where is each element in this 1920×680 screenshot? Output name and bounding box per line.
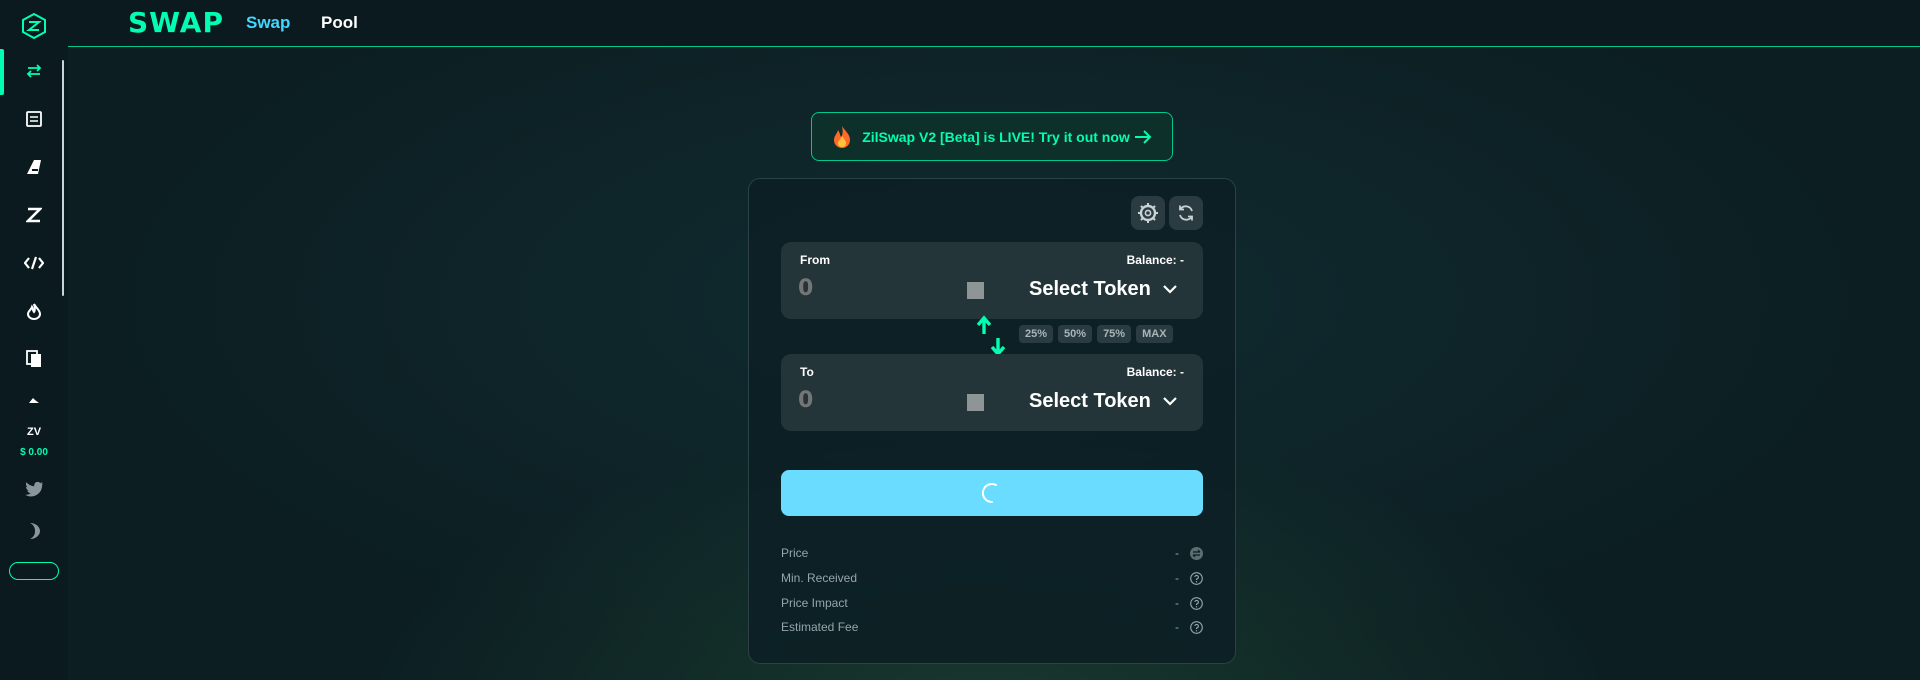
price-value: -: [1175, 546, 1179, 560]
sidebar-toggle-pill[interactable]: [9, 562, 59, 580]
chevron-down-icon: [1163, 285, 1177, 294]
price-impact-label: Price Impact: [781, 596, 848, 610]
percent-50-button[interactable]: 50%: [1058, 325, 1093, 343]
help-icon[interactable]: [1190, 597, 1203, 610]
to-label: To: [800, 365, 814, 379]
percent-buttons: 25% 50% 75% MAX: [1019, 325, 1173, 343]
v2-announcement-banner[interactable]: ZilSwap V2 [Beta] is LIVE! Try it out no…: [811, 112, 1173, 161]
sidebar-item-transactions[interactable]: [0, 95, 68, 143]
percent-75-button[interactable]: 75%: [1097, 325, 1132, 343]
theme-toggle[interactable]: [0, 507, 68, 555]
info-row-price-impact: Price Impact -: [781, 596, 1203, 612]
documents-icon: [26, 350, 41, 367]
sidebar-scrollbar[interactable]: [62, 60, 64, 296]
from-select-token-button[interactable]: Select Token: [1029, 278, 1177, 301]
sidebar-item-zilo[interactable]: [0, 191, 68, 239]
to-select-token-button[interactable]: Select Token: [1029, 390, 1177, 413]
estimated-fee-value: -: [1175, 620, 1179, 634]
sidebar-item-flame[interactable]: [0, 287, 68, 335]
switch-direction-icon[interactable]: [974, 314, 1010, 358]
to-select-token-label: Select Token: [1029, 390, 1151, 412]
from-balance: Balance: -: [1126, 253, 1184, 267]
small-mark-icon: [29, 398, 39, 403]
estimated-fee-label: Estimated Fee: [781, 620, 859, 634]
to-amount-input[interactable]: [798, 385, 948, 415]
sidebar-item-ark[interactable]: [0, 143, 68, 191]
min-received-label: Min. Received: [781, 571, 858, 585]
price-label: Price: [781, 546, 809, 560]
flame-icon: [27, 303, 41, 320]
flame-emoji-icon: [834, 125, 851, 148]
gear-icon: [1138, 203, 1158, 223]
price-impact-value: -: [1175, 596, 1179, 610]
loading-spinner-icon: [981, 483, 997, 504]
swap-small-icon[interactable]: [1190, 547, 1203, 560]
info-row-estimated-fee: Estimated Fee -: [781, 620, 1203, 636]
top-nav: SWAP Swap Pool: [68, 0, 1920, 47]
twitter-icon: [25, 481, 43, 497]
settings-button[interactable]: [1131, 196, 1165, 230]
to-token-placeholder-icon: [967, 394, 984, 411]
zwap-token-price: $ 0.00: [20, 447, 48, 458]
from-label: From: [800, 253, 830, 267]
help-icon[interactable]: [1190, 621, 1203, 634]
zilswap-z-icon: [26, 207, 42, 223]
tab-swap[interactable]: Swap: [246, 13, 290, 33]
percent-25-button[interactable]: 25%: [1019, 325, 1054, 343]
to-panel: To Balance: - Select Token: [781, 354, 1203, 431]
brand-title: SWAP: [128, 6, 224, 39]
from-select-token-label: Select Token: [1029, 278, 1151, 300]
swap-submit-button[interactable]: [781, 470, 1203, 516]
swap-card: From Balance: - Select Token 25% 50% 75%…: [748, 178, 1236, 664]
from-amount-input[interactable]: [798, 273, 948, 303]
info-row-min-received: Min. Received -: [781, 571, 1203, 587]
zwap-token-label: ZV: [26, 426, 42, 438]
bridge-link-icon: [24, 256, 44, 270]
moon-icon: [30, 523, 40, 539]
help-icon[interactable]: [1190, 572, 1203, 585]
min-received-value: -: [1175, 571, 1179, 585]
info-row-price: Price -: [781, 546, 1203, 562]
sidebar-item-swap[interactable]: [0, 47, 68, 95]
sidebar-item-misc[interactable]: [0, 376, 68, 424]
refresh-icon: [1179, 205, 1193, 221]
tab-pool[interactable]: Pool: [321, 13, 358, 33]
chevron-down-icon: [1163, 397, 1177, 406]
swap-arrows-icon: [26, 64, 42, 78]
from-panel: From Balance: - Select Token: [781, 242, 1203, 319]
twitter-link[interactable]: [0, 465, 68, 513]
sidebar: ZV $ 0.00: [0, 0, 68, 680]
percent-max-button[interactable]: MAX: [1136, 325, 1173, 343]
from-token-placeholder-icon: [967, 282, 984, 299]
arrow-right-icon: [1134, 129, 1152, 144]
receipt-icon: [26, 111, 42, 127]
ark-icon: [27, 160, 41, 174]
refresh-button[interactable]: [1169, 196, 1203, 230]
to-balance: Balance: -: [1126, 365, 1184, 379]
zilswap-logo-icon[interactable]: [21, 13, 47, 39]
banner-text: ZilSwap V2 [Beta] is LIVE! Try it out no…: [862, 128, 1130, 145]
sidebar-item-bridge[interactable]: [0, 239, 68, 287]
